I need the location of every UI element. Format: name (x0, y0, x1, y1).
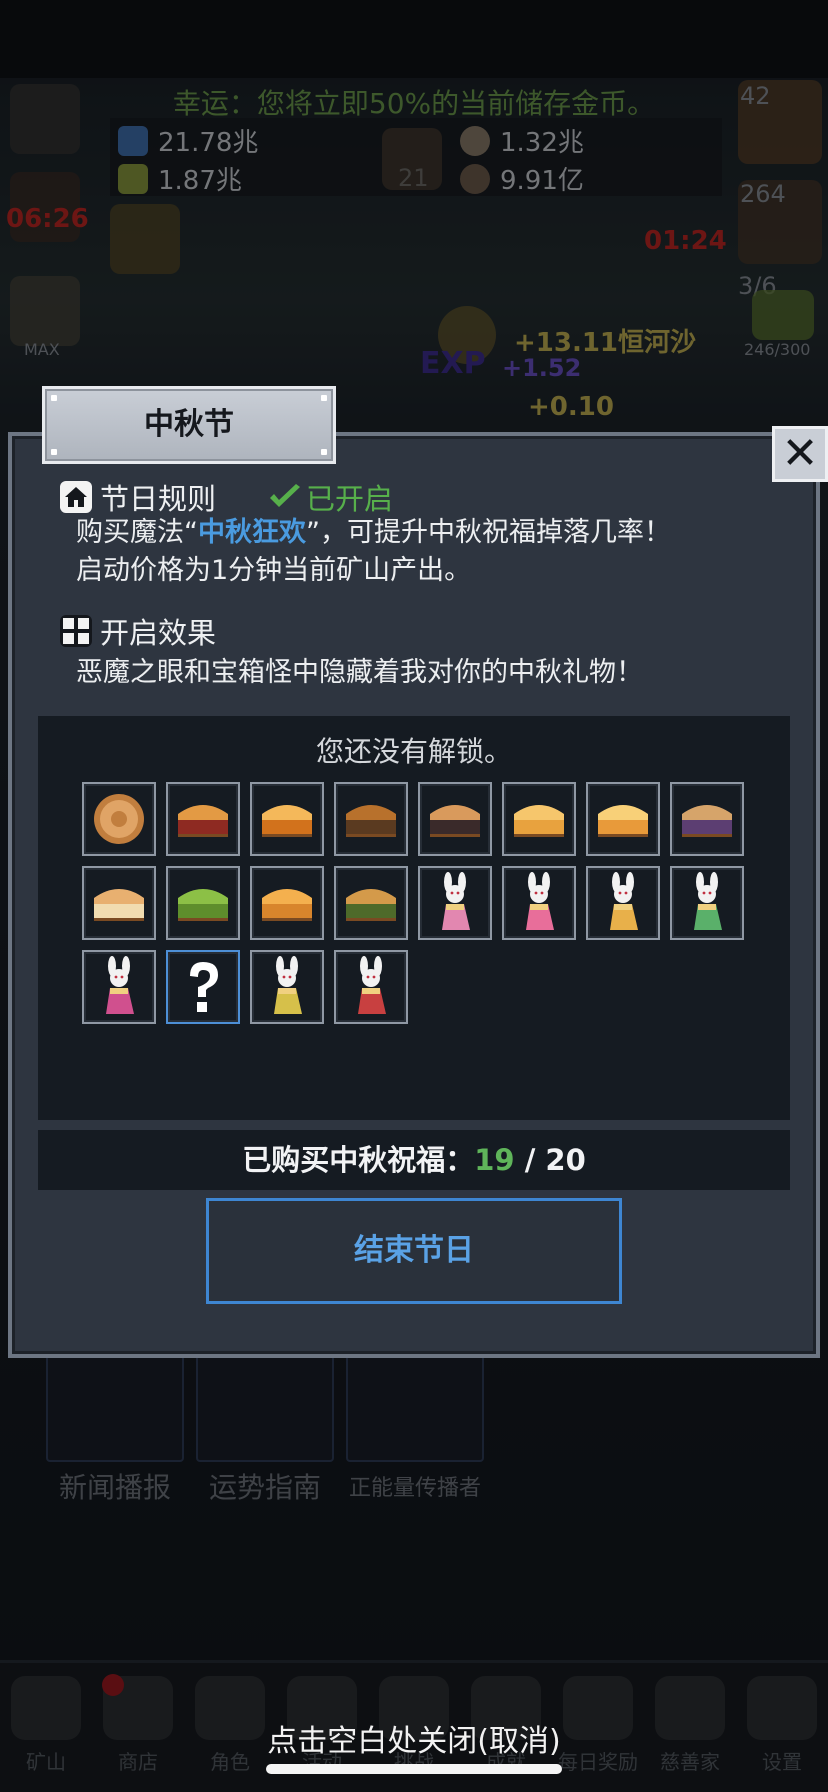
modal-title-tab: 中秋节 (42, 386, 336, 464)
locked-message: 您还没有解锁。 (315, 735, 512, 768)
mooncake-amber-icon (262, 889, 312, 921)
rabbit-pink-icon (442, 872, 470, 930)
collectible-slot[interactable] (82, 782, 156, 856)
mooncake-golden-icon (514, 805, 564, 837)
collectible-slot[interactable] (502, 782, 576, 856)
rabbit-yellow-icon (274, 956, 302, 1014)
end-festival-label: 结束节日 (354, 1233, 474, 1268)
mooncake-dark-icon (430, 805, 480, 837)
status-badge: 已开启 (268, 476, 393, 518)
end-festival-button[interactable]: 结束节日 (206, 1198, 622, 1304)
rivet (321, 395, 327, 401)
collectible-slot[interactable] (586, 866, 660, 940)
rules-suffix: ”，可提升中秋祝福掉落几率！ (306, 517, 671, 548)
counter-current: 19 (474, 1143, 515, 1177)
collectible-slot[interactable] (82, 950, 156, 1024)
mooncake-red-icon (178, 805, 228, 837)
mooncake-purple-icon (682, 805, 732, 837)
counter-total: 20 (545, 1143, 586, 1177)
rabbit-green-icon (694, 872, 722, 930)
effect-heading-text: 开启效果 (100, 616, 217, 650)
counter-label: 已购买中秋祝福： (242, 1143, 475, 1177)
rabbit-red-icon (358, 956, 386, 1014)
home-icon (60, 481, 92, 513)
home-indicator[interactable] (266, 1764, 562, 1774)
close-button[interactable]: ✕ (772, 426, 828, 482)
collectible-slot[interactable] (670, 782, 744, 856)
mooncake-green-icon (178, 889, 228, 921)
collectible-slot[interactable] (250, 950, 324, 1024)
mooncake-dots-icon (346, 805, 396, 837)
tap-to-close-hint[interactable]: 点击空白处关闭(取消) (0, 1716, 828, 1760)
collectible-slot[interactable] (586, 782, 660, 856)
rabbit-magenta-icon (106, 956, 134, 1014)
mooncake-round-icon (94, 794, 144, 844)
mooncake-yellow-icon (598, 805, 648, 837)
close-icon: ✕ (781, 428, 819, 479)
collectible-slot[interactable] (502, 866, 576, 940)
rivet (321, 449, 327, 455)
rabbit-rose-icon (526, 872, 554, 930)
collectible-slot[interactable] (334, 866, 408, 940)
collectible-slot[interactable] (82, 866, 156, 940)
collectible-slot[interactable] (670, 866, 744, 940)
rules-prefix: 购买魔法“ (76, 517, 198, 548)
rules-heading: 节日规则 已开启 (60, 476, 393, 518)
collectible-slot[interactable] (418, 866, 492, 940)
rules-line-1: 购买魔法“中秋狂欢”，可提升中秋祝福掉落几率！ (76, 514, 671, 552)
grid-icon (60, 615, 92, 647)
purchase-counter: 已购买中秋祝福：19 / 20 (38, 1130, 790, 1190)
collectible-slot[interactable] (166, 950, 240, 1024)
effect-text: 恶魔之眼和宝箱怪中隐藏着我对你的中秋礼物！ (76, 657, 643, 688)
status-text: 已开启 (306, 482, 394, 516)
collectible-slot[interactable] (166, 782, 240, 856)
rules-heading-text: 节日规则 (100, 482, 217, 516)
check-icon (270, 484, 301, 507)
collectible-slot[interactable] (334, 782, 408, 856)
counter-separator: / (514, 1143, 546, 1177)
mooncake-cream-icon (94, 889, 144, 921)
rabbit-gold-icon (610, 872, 638, 930)
modal-title: 中秋节 (144, 407, 234, 442)
mooncake-orange-icon (262, 805, 312, 837)
collectible-slot[interactable] (334, 950, 408, 1024)
rivet (51, 395, 57, 401)
collectible-slot[interactable] (418, 782, 492, 856)
collectible-slot[interactable] (166, 866, 240, 940)
magic-name[interactable]: 中秋狂欢 (198, 517, 306, 548)
effect-heading: 开启效果 (60, 610, 216, 652)
mooncake-matcha-icon (346, 889, 396, 921)
collectible-slot[interactable] (250, 782, 324, 856)
question-mark-icon (190, 962, 218, 1012)
collectible-slot[interactable] (250, 866, 324, 940)
rivet (51, 449, 57, 455)
rules-line-2: 启动价格为1分钟当前矿山产出。 (76, 555, 472, 586)
